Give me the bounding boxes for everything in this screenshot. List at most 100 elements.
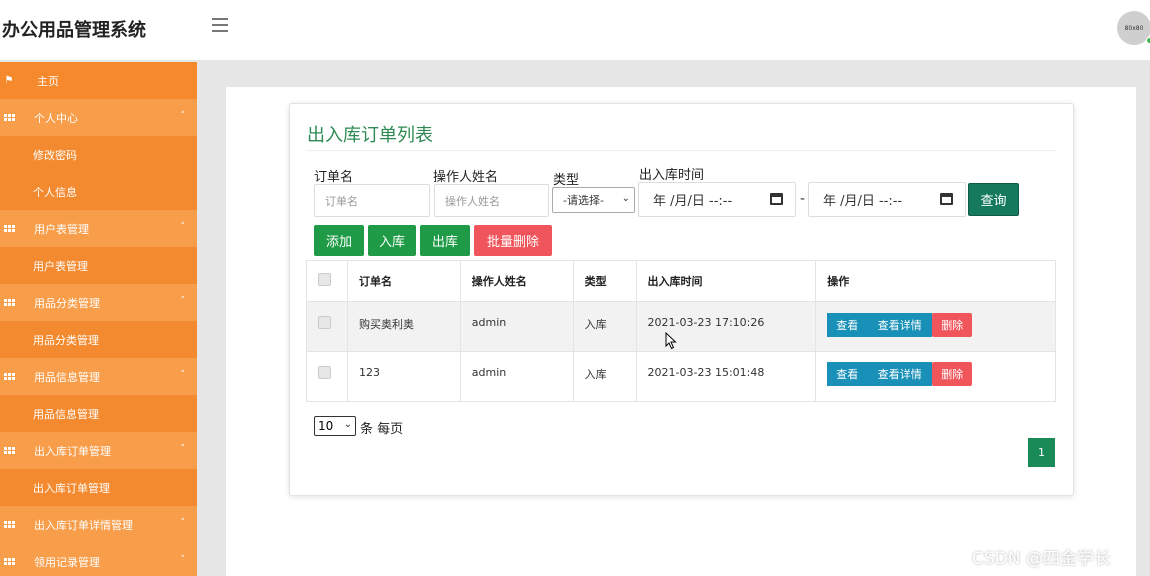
sidebar-item-change-password[interactable]: 修改密码 bbox=[0, 136, 197, 173]
table-header-row: 订单名 操作人姓名 类型 出入库时间 操作 bbox=[306, 260, 1056, 302]
add-button[interactable]: 添加 bbox=[314, 225, 364, 256]
sidebar-item-label: 用品分类管理 bbox=[34, 296, 100, 310]
orders-table: 订单名 操作人姓名 类型 出入库时间 操作 购买奥利奥 admin 入库 202… bbox=[306, 260, 1056, 402]
type-cell: 入库 bbox=[572, 351, 637, 402]
column-header: 订单名 bbox=[346, 260, 461, 302]
type-cell: 入库 bbox=[572, 301, 637, 352]
sidebar-item-label: 领用记录管理 bbox=[34, 555, 100, 569]
search-button[interactable]: 查询 bbox=[968, 183, 1019, 216]
grid-icon bbox=[3, 112, 15, 124]
sidebar-group-usage-records[interactable]: 领用记录管理 ˅ bbox=[0, 543, 197, 576]
order-name-cell: 购买奥利奥 bbox=[346, 301, 461, 352]
sidebar-item-label: 出入库订单管理 bbox=[34, 444, 111, 458]
sidebar-item-category[interactable]: 用品分类管理 bbox=[0, 321, 197, 358]
sidebar-item-user-table[interactable]: 用户表管理 bbox=[0, 247, 197, 284]
mouse-cursor-icon bbox=[665, 332, 677, 350]
grid-icon bbox=[3, 519, 15, 531]
table-row: 123 admin 入库 2021-03-23 15:01:48 查看 查看详情删… bbox=[306, 351, 1056, 402]
avatar[interactable]: 80x80 bbox=[1117, 11, 1150, 45]
date-end-input[interactable]: 年 /月/日 --:-- bbox=[808, 182, 966, 217]
chevron-down-icon: ⌄ bbox=[343, 419, 352, 430]
grid-icon bbox=[3, 297, 15, 309]
page-size-select[interactable]: 10 ⌄ bbox=[314, 416, 356, 436]
select-all-cell bbox=[306, 260, 348, 302]
sidebar: ⚑ 主页 个人中心 ˄ 修改密码 个人信息 用户表管理 ˄ 用户表管理 用品分类… bbox=[0, 62, 197, 576]
sidebar-group-order-details[interactable]: 出入库订单详情管理 ˅ bbox=[0, 506, 197, 543]
avatar-label: 80x80 bbox=[1124, 24, 1144, 32]
calendar-icon[interactable] bbox=[770, 193, 783, 205]
flag-icon: ⚑ bbox=[4, 75, 14, 86]
type-select[interactable]: -请选择- ⌄ bbox=[552, 187, 635, 213]
sidebar-item-label: 用户表管理 bbox=[34, 222, 89, 236]
column-header: 类型 bbox=[572, 260, 637, 302]
order-name-cell: 123 bbox=[346, 351, 461, 402]
order-name-input[interactable]: 订单名 bbox=[314, 184, 430, 217]
chevron-down-icon: ⌄ bbox=[621, 193, 630, 204]
calendar-icon[interactable] bbox=[940, 193, 953, 205]
grid-icon bbox=[3, 445, 15, 457]
sidebar-item-label: 个人中心 bbox=[34, 111, 78, 125]
order-name-label: 订单名 bbox=[314, 170, 354, 185]
column-header: 操作人姓名 bbox=[459, 260, 574, 302]
watermark: CSDN @四金学长 bbox=[972, 549, 1111, 569]
app-title: 办公用品管理系统 bbox=[2, 20, 146, 41]
title-divider bbox=[307, 150, 1057, 151]
delete-button[interactable]: 删除 bbox=[932, 313, 973, 337]
row-checkbox[interactable] bbox=[318, 316, 331, 329]
stock-in-button[interactable]: 入库 bbox=[368, 225, 416, 256]
sidebar-item-label: 用品分类管理 bbox=[33, 333, 99, 347]
time-cell: 2021-03-23 15:01:48 bbox=[635, 351, 817, 402]
sidebar-item-stock-orders[interactable]: 出入库订单管理 bbox=[0, 469, 197, 506]
grid-icon bbox=[3, 556, 15, 568]
delete-button[interactable]: 删除 bbox=[932, 362, 973, 386]
batch-delete-button[interactable]: 批量删除 bbox=[474, 225, 552, 256]
view-button[interactable]: 查看 bbox=[827, 362, 868, 386]
operator-cell: admin bbox=[459, 351, 574, 402]
page-size-value: 10 bbox=[318, 419, 334, 433]
page-button-current[interactable]: 1 bbox=[1028, 438, 1055, 467]
per-page-label: 条 每页 bbox=[360, 422, 404, 437]
sidebar-item-item-info[interactable]: 用品信息管理 bbox=[0, 395, 197, 432]
column-header: 出入库时间 bbox=[635, 260, 817, 302]
type-label: 类型 bbox=[553, 173, 580, 188]
date-end-value: 年 /月/日 --:-- bbox=[823, 194, 903, 209]
date-start-value: 年 /月/日 --:-- bbox=[653, 194, 733, 209]
view-detail-button[interactable]: 查看详情 bbox=[867, 313, 933, 337]
operator-input[interactable]: 操作人姓名 bbox=[434, 184, 549, 217]
date-range-dash: - bbox=[800, 191, 806, 207]
sidebar-item-label: 出入库订单详情管理 bbox=[34, 518, 133, 532]
sidebar-item-label: 个人信息 bbox=[33, 185, 77, 199]
caret-up-icon: ˄ bbox=[180, 222, 186, 232]
sidebar-group-category[interactable]: 用品分类管理 ˄ bbox=[0, 284, 197, 321]
hamburger-menu-icon[interactable] bbox=[212, 18, 230, 34]
row-actions-cell: 查看 查看详情 删除 bbox=[815, 301, 1056, 352]
sidebar-group-item-info[interactable]: 用品信息管理 ˄ bbox=[0, 358, 197, 395]
row-select-cell bbox=[306, 351, 348, 402]
sidebar-group-personal-center[interactable]: 个人中心 ˄ bbox=[0, 99, 197, 136]
row-select-cell bbox=[306, 301, 348, 352]
caret-up-icon: ˄ bbox=[180, 444, 186, 454]
time-cell: 2021-03-23 17:10:26 bbox=[635, 301, 817, 352]
sidebar-item-label: 用户表管理 bbox=[33, 259, 88, 273]
row-actions-cell: 查看 查看详情 删除 bbox=[815, 351, 1056, 402]
caret-down-icon: ˅ bbox=[180, 518, 186, 528]
caret-down-icon: ˅ bbox=[180, 555, 186, 565]
table-row: 购买奥利奥 admin 入库 2021-03-23 17:10:26 查看 查看详… bbox=[306, 301, 1056, 352]
sidebar-item-label: 修改密码 bbox=[33, 148, 77, 162]
sidebar-group-stock-orders[interactable]: 出入库订单管理 ˄ bbox=[0, 432, 197, 469]
stock-out-button[interactable]: 出库 bbox=[420, 225, 470, 256]
view-button[interactable]: 查看 bbox=[827, 313, 868, 337]
view-detail-button[interactable]: 查看详情 bbox=[867, 362, 933, 386]
sidebar-item-label: 用品信息管理 bbox=[33, 407, 99, 421]
sidebar-group-user-table[interactable]: 用户表管理 ˄ bbox=[0, 210, 197, 247]
row-checkbox[interactable] bbox=[318, 366, 331, 379]
select-all-checkbox[interactable] bbox=[318, 273, 331, 286]
top-header: 办公用品管理系统 80x80 bbox=[0, 0, 1150, 60]
sidebar-item-home[interactable]: ⚑ 主页 bbox=[0, 62, 197, 99]
page-title: 出入库订单列表 bbox=[307, 125, 433, 146]
grid-icon bbox=[3, 371, 15, 383]
sidebar-item-personal-info[interactable]: 个人信息 bbox=[0, 173, 197, 210]
date-start-input[interactable]: 年 /月/日 --:-- bbox=[638, 182, 796, 217]
caret-up-icon: ˄ bbox=[180, 111, 186, 121]
operator-label: 操作人姓名 bbox=[433, 170, 499, 185]
